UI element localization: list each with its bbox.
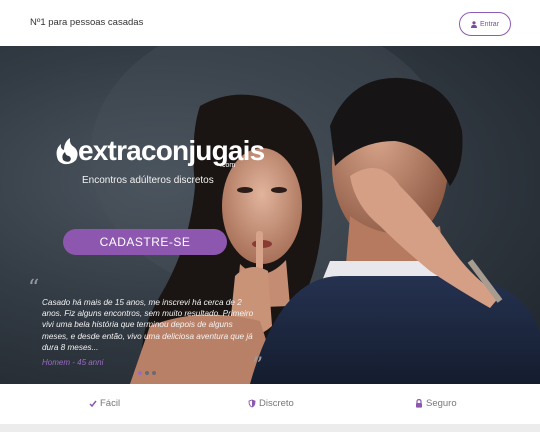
close-quote-icon: ” xyxy=(252,354,264,379)
testimonial-author: Homem - 45 anni xyxy=(42,358,104,367)
site-tagline: Nº1 para pessoas casadas xyxy=(30,17,144,28)
user-icon xyxy=(470,20,477,28)
features-bar: Fácil Discreto Seguro xyxy=(0,384,540,424)
carousel-dot[interactable] xyxy=(152,371,156,375)
testimonial-text: Casado há mais de 15 anos, me inscrevi h… xyxy=(42,298,254,352)
brand-logo[interactable]: extraconjugais .com xyxy=(52,134,265,176)
brand-name: extraconjugais xyxy=(78,135,265,166)
feature-secure: Seguro xyxy=(415,398,457,409)
footer-strip xyxy=(0,424,540,432)
brand-suffix: .com xyxy=(220,162,236,169)
hero-section: extraconjugais .com Encontros adúlteros … xyxy=(0,46,540,384)
shield-icon xyxy=(248,399,256,408)
top-bar: Nº1 para pessoas casadas Entrar xyxy=(0,0,540,46)
carousel-dot[interactable] xyxy=(138,371,142,375)
lock-icon xyxy=(416,399,422,408)
feature-discreet: Discreto xyxy=(248,398,294,409)
feature-label: Fácil xyxy=(100,398,121,409)
login-button[interactable]: Entrar xyxy=(459,12,511,36)
login-label: Entrar xyxy=(479,20,500,28)
feature-label: Discreto xyxy=(259,398,294,409)
carousel-dots xyxy=(138,371,156,375)
feature-label: Seguro xyxy=(426,398,457,409)
feature-easy: Fácil xyxy=(89,398,120,409)
signup-button[interactable]: CADASTRE-SE xyxy=(63,229,227,255)
check-icon xyxy=(89,400,97,408)
carousel-dot[interactable] xyxy=(145,371,149,375)
hero-subtitle: Encontros adúlteros discretos xyxy=(82,175,214,186)
open-quote-icon: “ xyxy=(28,276,40,301)
